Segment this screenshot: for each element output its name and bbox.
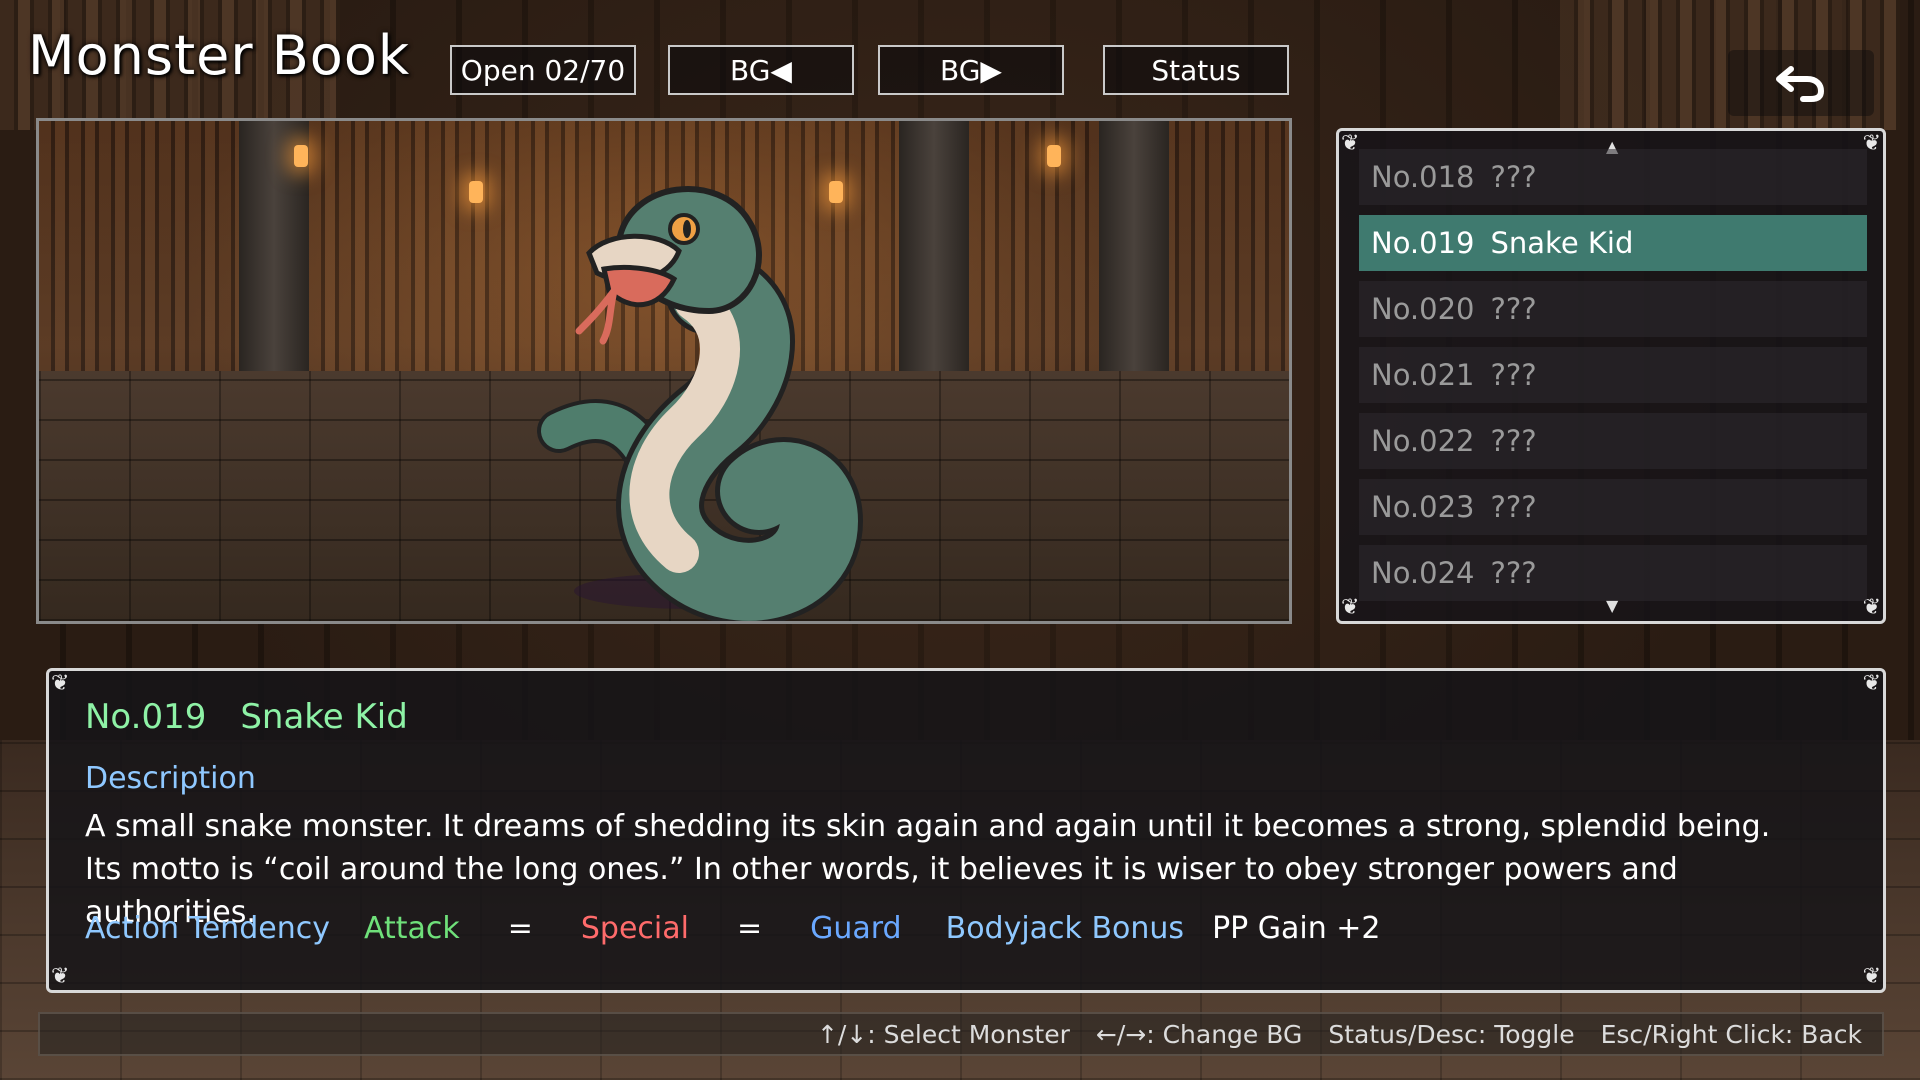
bodyjack-value: PP Gain +2 — [1212, 911, 1381, 946]
list-item[interactable]: No.020??? — [1359, 281, 1867, 337]
list-item[interactable]: No.023??? — [1359, 479, 1867, 535]
description-line: A small snake monster. It dreams of shed… — [85, 809, 1771, 844]
status-button[interactable]: Status — [1103, 45, 1289, 95]
wall-lamp — [469, 181, 483, 203]
description-label: Description — [85, 761, 256, 796]
list-item[interactable]: No.021??? — [1359, 347, 1867, 403]
list-item-number: No.024 — [1371, 556, 1475, 590]
list-item-name: ??? — [1490, 490, 1537, 524]
entry-number: No.019 — [85, 697, 207, 737]
list-item-number: No.023 — [1371, 490, 1475, 524]
page-title: Monster Book — [28, 24, 411, 87]
ornament-corner-icon: ❦ — [51, 671, 70, 696]
monster-display — [36, 118, 1292, 624]
description-panel: ❦ ❦ ❦ ❦ No.019 Snake Kid Description A sm… — [46, 668, 1886, 993]
back-button[interactable] — [1728, 50, 1874, 116]
bodyjack-label: Bodyjack Bonus — [945, 911, 1185, 946]
ornament-corner-icon: ❦ — [1862, 671, 1881, 696]
list-item-name: Snake Kid — [1490, 226, 1634, 260]
return-arrow-icon — [1776, 66, 1825, 102]
list-item-name: ??? — [1490, 160, 1537, 194]
display-pillar — [899, 121, 969, 381]
entry-title: No.019 Snake Kid — [85, 697, 408, 737]
list-item[interactable]: No.018??? — [1359, 149, 1867, 205]
controls-help-bar: ↑/↓: Select Monster ←/→: Change BG Statu… — [38, 1012, 1884, 1056]
special-label: Special — [580, 911, 689, 946]
list-item-number: No.021 — [1371, 358, 1475, 392]
list-item-number: No.018 — [1371, 160, 1475, 194]
monster-list[interactable]: ❦ ❦ ❦ ❦ ▲ ▼ No.018??? No.019 Snake Kid No… — [1336, 128, 1886, 624]
action-tendency-row: Action Tendency Attack = Special = Guard… — [85, 911, 1381, 946]
ornament-corner-icon: ❦ — [1862, 964, 1881, 989]
list-item[interactable]: No.022??? — [1359, 413, 1867, 469]
display-pillar — [1099, 121, 1169, 381]
bg-prev-button[interactable]: BG◀ — [668, 45, 854, 95]
ornament-corner-icon: ❦ — [1341, 131, 1360, 156]
list-item-name: ??? — [1490, 424, 1537, 458]
snake-kid-sprite — [537, 186, 864, 621]
action-tendency-label: Action Tendency — [85, 911, 330, 946]
help-toggle: Status/Desc: Toggle — [1328, 1019, 1575, 1049]
bg-next-button[interactable]: BG▶ — [878, 45, 1064, 95]
list-item-selected[interactable]: No.019 Snake Kid — [1359, 215, 1867, 271]
list-item-name: ??? — [1490, 556, 1537, 590]
ornament-corner-icon: ❦ — [1341, 595, 1360, 620]
ornament-corner-icon: ❦ — [51, 964, 70, 989]
list-item-number: No.019 — [1371, 226, 1475, 260]
list-item[interactable]: No.024??? — [1359, 545, 1867, 601]
wall-lamp — [294, 145, 308, 167]
equals-sign: = — [736, 911, 763, 946]
open-count-button[interactable]: Open 02/70 — [450, 45, 636, 95]
wall-lamp — [1047, 145, 1061, 167]
list-item-name: ??? — [1490, 292, 1537, 326]
help-back: Esc/Right Click: Back — [1600, 1019, 1862, 1049]
equals-sign: = — [507, 911, 533, 946]
help-change-bg: ←/→: Change BG — [1095, 1019, 1303, 1049]
list-item-number: No.022 — [1371, 424, 1475, 458]
list-item-name: ??? — [1490, 358, 1537, 392]
help-select: ↑/↓: Select Monster — [816, 1019, 1070, 1049]
guard-label: Guard — [810, 911, 902, 946]
entry-name: Snake Kid — [240, 697, 408, 737]
attack-label: Attack — [363, 911, 460, 946]
list-item-number: No.020 — [1371, 292, 1475, 326]
